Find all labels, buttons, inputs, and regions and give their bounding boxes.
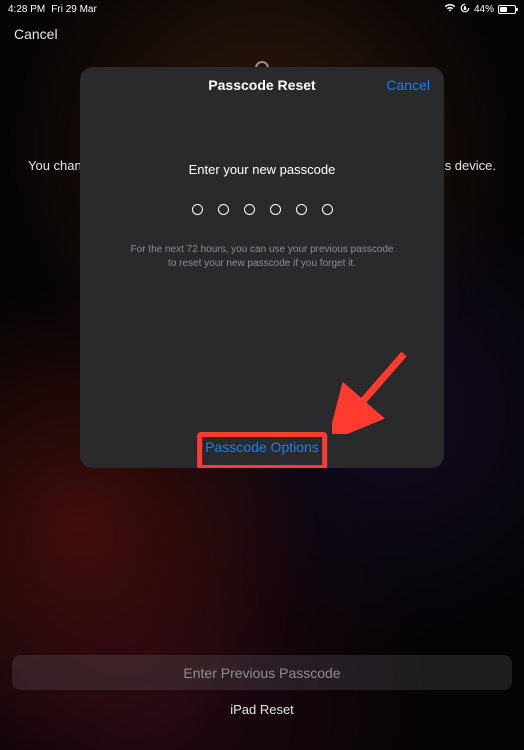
- passcode-dot: [244, 204, 255, 215]
- passcode-input[interactable]: [80, 204, 444, 215]
- status-date: Fri 29 Mar: [51, 4, 97, 15]
- enter-previous-passcode-button[interactable]: Enter Previous Passcode: [12, 655, 512, 690]
- status-time: 4:28 PM: [8, 4, 45, 15]
- passcode-dot: [270, 204, 281, 215]
- outer-cancel-button[interactable]: Cancel: [14, 26, 58, 42]
- passcode-dot: [218, 204, 229, 215]
- passcode-dot: [322, 204, 333, 215]
- passcode-options-button[interactable]: Passcode Options: [189, 429, 335, 465]
- passcode-reset-modal: Passcode Reset Cancel Enter your new pas…: [80, 67, 444, 468]
- passcode-dot: [296, 204, 307, 215]
- battery-percent: 44%: [474, 4, 494, 15]
- status-bar: 4:28 PM Fri 29 Mar 44%: [0, 0, 524, 18]
- battery-icon: [498, 5, 516, 14]
- modal-title: Passcode Reset: [208, 77, 315, 93]
- modal-cancel-button[interactable]: Cancel: [386, 77, 430, 93]
- ipad-reset-button[interactable]: iPad Reset: [0, 702, 524, 717]
- wifi-icon: [444, 3, 456, 15]
- recovery-hint: For the next 72 hours, you can use your …: [80, 243, 444, 271]
- enter-passcode-prompt: Enter your new passcode: [80, 162, 444, 177]
- passcode-dot: [192, 204, 203, 215]
- orientation-lock-icon: [460, 3, 470, 16]
